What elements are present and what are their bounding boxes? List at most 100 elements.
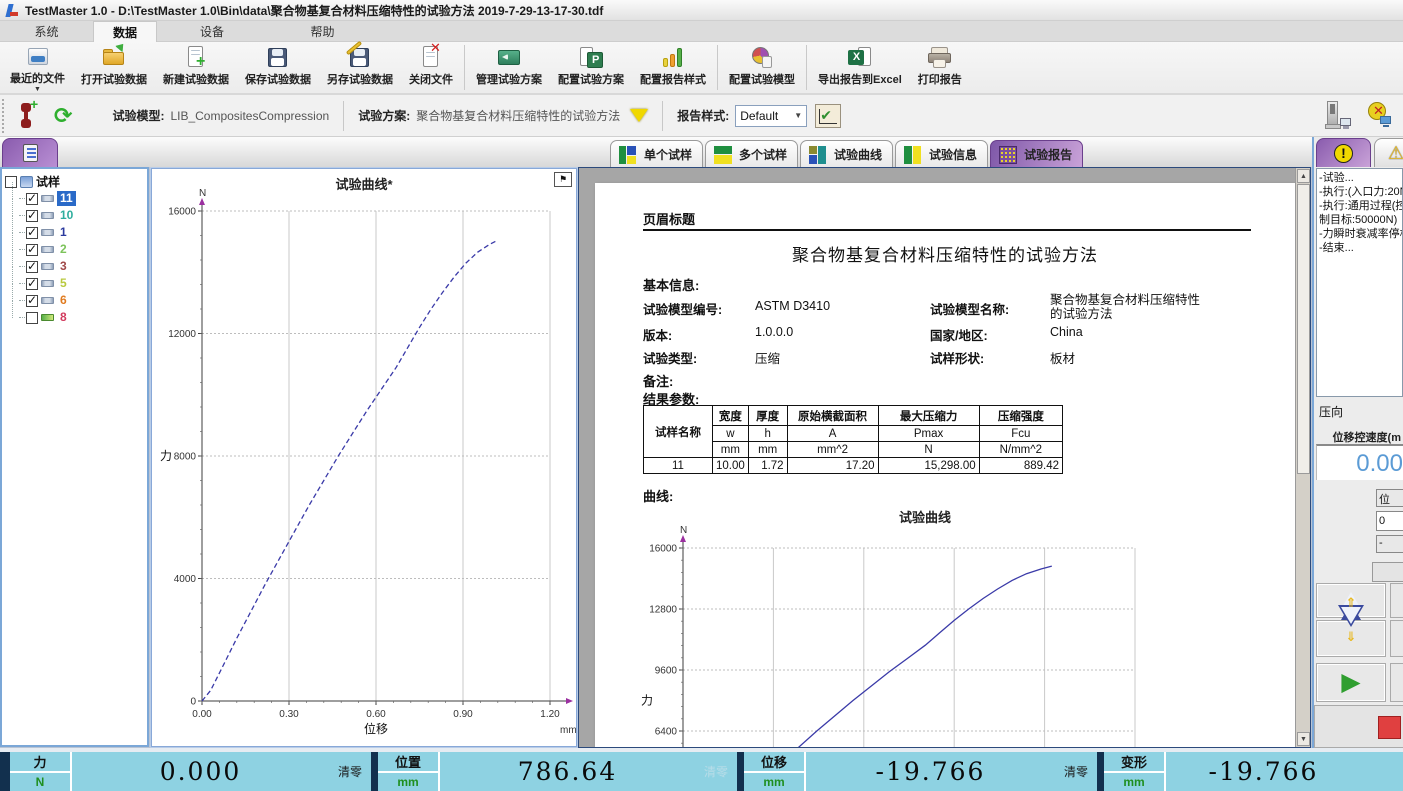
readout-value: -19.766 <box>1166 752 1361 791</box>
sample-tree: 试样 11 10 1 2 3 5 6 8 <box>2 169 147 330</box>
jog-down-button[interactable]: ⇓ <box>1316 620 1386 657</box>
exclamation-icon: ! <box>1334 144 1353 163</box>
menu-system[interactable]: 系统 <box>0 21 93 42</box>
tab-messages[interactable]: ! <box>1316 138 1371 167</box>
tab-warnings[interactable]: ⚠ <box>1374 138 1403 167</box>
config-model-button[interactable]: 配置试验模型 <box>721 42 803 93</box>
manage-scheme-icon <box>494 44 524 71</box>
tree-root-checkbox[interactable] <box>5 176 17 188</box>
mini-displacement-button[interactable]: 位 <box>1376 489 1403 507</box>
report-view: 页眉标题 聚合物基复合材料压缩特性的试验方法 基本信息: 试验模型编号: AST… <box>578 167 1311 748</box>
scroll-up-button[interactable]: ▲ <box>1297 169 1310 183</box>
minus-button[interactable]: - <box>1376 535 1403 553</box>
symbol-cell: Fcu <box>979 426 1062 442</box>
jog-down-alt-button[interactable] <box>1390 620 1403 657</box>
tree-item[interactable]: 1 <box>5 224 144 241</box>
tree-item-checkbox[interactable] <box>26 295 38 307</box>
tree-item[interactable]: 11 <box>5 190 144 207</box>
tree-item[interactable]: 8 <box>5 309 144 326</box>
tree-item-checkbox[interactable] <box>26 278 38 290</box>
check-icon: ✔ <box>820 107 832 124</box>
app-window: TestMaster 1.0 - D:\TestMaster 1.0\Bin\d… <box>0 0 1403 791</box>
edit-report-style-button[interactable]: ✔ <box>815 104 841 128</box>
chart-options-button[interactable]: ⚑ <box>554 172 572 187</box>
model-value: LIB_CompositesCompression <box>170 109 329 123</box>
speed-label: 位移控速度(m <box>1333 429 1401 445</box>
tree-item[interactable]: 6 <box>5 292 144 309</box>
single-sample-icon <box>619 146 639 164</box>
sample-list-tab[interactable] <box>2 138 58 167</box>
add-specimen-button[interactable]: + <box>16 100 40 132</box>
scheme-dropdown-triangle-icon[interactable] <box>630 109 648 122</box>
tree-item-checkbox[interactable] <box>26 244 38 256</box>
svg-text:16000: 16000 <box>649 544 677 555</box>
scheme-label: 试验方案: <box>358 107 410 124</box>
zero-button[interactable]: 清零 <box>329 752 371 791</box>
machine-status-icon[interactable] <box>1325 101 1353 131</box>
report-scrollbar[interactable]: ▲ ▼ <box>1295 168 1310 747</box>
table-header-row: 试样名称 宽度 厚度 原始横截面积 最大压缩力 压缩强度 <box>644 406 1063 426</box>
new-data-button[interactable]: + 新建试验数据 <box>155 42 237 93</box>
save-data-button[interactable]: 保存试验数据 <box>237 42 319 93</box>
svg-text:6400: 6400 <box>655 727 678 738</box>
svg-text:8000: 8000 <box>174 452 197 463</box>
col-header: 宽度 <box>713 406 749 426</box>
specimen-icon <box>41 212 54 219</box>
manage-scheme-button[interactable]: 管理试验方案 <box>468 42 550 93</box>
tab-single-sample[interactable]: 单个试样 <box>610 140 703 168</box>
col-header: 试样名称 <box>644 406 713 458</box>
save-as-data-button[interactable]: 另存试验数据 <box>319 42 401 93</box>
tab-test-info[interactable]: 试验信息 <box>895 140 988 168</box>
export-excel-button[interactable]: X 导出报告到Excel <box>810 42 910 93</box>
config-scheme-button[interactable]: P 配置试验方案 <box>550 42 632 93</box>
tree-root[interactable]: 试样 <box>5 173 144 190</box>
start-test-button[interactable]: ▶ <box>1316 663 1386 702</box>
header-rule <box>643 229 1251 231</box>
target-input[interactable] <box>1376 511 1403 531</box>
print-report-button[interactable]: 打印报告 <box>910 42 970 93</box>
tree-item-checkbox[interactable] <box>26 210 38 222</box>
menu-data[interactable]: 数据 <box>93 21 157 42</box>
tab-test-curve[interactable]: 试验曲线 <box>800 140 893 168</box>
tree-item[interactable]: 10 <box>5 207 144 224</box>
button-label: 配置试验方案 <box>555 73 627 88</box>
scheme-value: 聚合物基复合材料压缩特性的试验方法 <box>416 107 620 124</box>
tree-item-checkbox[interactable] <box>26 261 38 273</box>
zero-button[interactable]: 清零 <box>1055 752 1097 791</box>
window-title: TestMaster 1.0 - D:\TestMaster 1.0\Bin\d… <box>25 2 603 19</box>
menu-help[interactable]: 帮助 <box>267 21 378 42</box>
button-label: 打印报告 <box>915 73 965 88</box>
tab-multi-sample[interactable]: 多个试样 <box>705 140 798 168</box>
scroll-down-button[interactable]: ▼ <box>1297 732 1310 746</box>
report-style-select[interactable]: Default ▼ <box>735 105 807 127</box>
tree-item[interactable]: 2 <box>5 241 144 258</box>
save-icon <box>263 44 293 71</box>
log-line: -执行:通用过程(控制速 <box>1319 199 1401 213</box>
scroll-thumb[interactable] <box>1297 184 1310 474</box>
field-label: 国家/地区: <box>930 325 988 344</box>
close-file-button[interactable]: ✕ 关闭文件 <box>401 42 461 93</box>
tree-item-checkbox[interactable] <box>26 193 38 205</box>
svg-text:9600: 9600 <box>655 666 678 677</box>
data-cell: 1.72 <box>748 458 787 474</box>
toolbar-separator <box>717 45 718 90</box>
tree-item-checkbox[interactable] <box>26 227 38 239</box>
tree-item-checkbox[interactable] <box>26 312 38 324</box>
open-data-button[interactable]: 打开试验数据 <box>73 42 155 93</box>
disconnect-icon[interactable]: ✕ <box>1367 102 1393 130</box>
zero-button[interactable]: 清零 <box>695 752 737 791</box>
menu-device[interactable]: 设备 <box>157 21 267 42</box>
jog-up-alt-button[interactable] <box>1390 583 1403 618</box>
tree-item[interactable]: 5 <box>5 275 144 292</box>
recent-files-button[interactable]: 最近的文件 ▼ <box>2 42 73 93</box>
tab-test-report[interactable]: 试验报告 <box>990 140 1083 168</box>
zero-button[interactable] <box>1361 752 1403 791</box>
start-alt-button[interactable] <box>1390 663 1403 702</box>
play-icon: ▶ <box>1341 670 1360 695</box>
partial-button[interactable] <box>1372 562 1403 582</box>
config-report-style-button[interactable]: 配置报告样式 <box>632 42 714 93</box>
symbol-cell: w <box>713 426 749 442</box>
tree-item[interactable]: 3 <box>5 258 144 275</box>
stop-test-button[interactable] <box>1314 705 1403 748</box>
refresh-icon[interactable]: ⟳ <box>54 105 72 127</box>
